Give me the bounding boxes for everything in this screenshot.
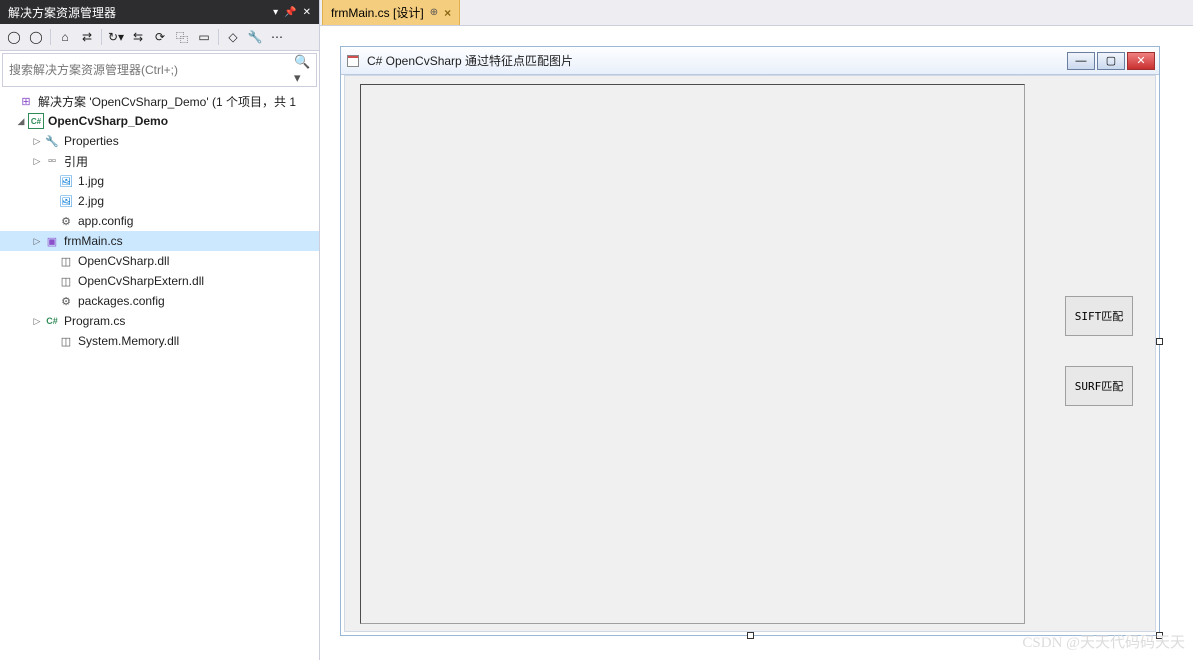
tree-label: OpenCvSharpExtern.dll [78,274,204,288]
tree-file-node[interactable]: ▷ 🖼 2.jpg [0,191,319,211]
design-surface[interactable]: C# OpenCvSharp 通过特征点匹配图片 — ▢ ✕ SIFT匹配 SU… [320,26,1193,660]
tree-label: frmMain.cs [64,234,123,248]
expand-arrow-icon[interactable]: ▷ [30,136,44,147]
tree-file-node[interactable]: ▷ 🖼 1.jpg [0,171,319,191]
expand-arrow-icon[interactable]: ▷ [30,156,44,167]
search-box: 🔍▾ [2,53,317,87]
image-icon: 🖼 [58,193,74,209]
tree-file-node[interactable]: ▷ ◫ System.Memory.dll [0,331,319,351]
config-icon: ⚙ [58,293,74,309]
tab-label: frmMain.cs [设计] [331,4,424,21]
tree-label: 2.jpg [78,194,104,208]
editor-area: frmMain.cs [设计] ⊕ × C# OpenCvSharp 通过特征点… [320,0,1193,660]
tree-label: System.Memory.dll [78,334,179,348]
search-button[interactable]: 🔍▾ [294,54,316,86]
panel-title-text: 解决方案资源管理器 [8,4,116,21]
wrench-icon: 🔧 [44,133,60,149]
solution-tree[interactable]: ▷ ⊞ 解决方案 'OpenCvSharp_Demo' (1 个项目，共 1 ◢… [0,89,319,660]
close-icon[interactable]: ✕ [303,7,311,18]
forward-button[interactable]: ◯ [26,27,46,47]
tree-label: 解决方案 'OpenCvSharp_Demo' (1 个项目，共 1 [38,93,296,110]
tree-file-node[interactable]: ▷ ⚙ app.config [0,211,319,231]
refresh-button[interactable]: ↻▾ [106,27,126,47]
resize-handle-bottom[interactable] [747,632,754,639]
tree-label: Program.cs [64,314,125,328]
form-icon: ▣ [44,233,60,249]
wrench-button[interactable]: 🔧 [245,27,265,47]
show-all-button[interactable]: ⟳ [150,27,170,47]
form-title-text: C# OpenCvSharp 通过特征点匹配图片 [367,52,1067,69]
sift-match-button[interactable]: SIFT匹配 [1065,296,1133,336]
document-tab-strip: frmMain.cs [设计] ⊕ × [320,0,1193,26]
form-app-icon [345,53,361,69]
solution-icon: ⊞ [18,93,34,109]
tree-references-node[interactable]: ▷ ▫▫ 引用 [0,151,319,171]
expand-arrow-icon[interactable]: ▷ [30,236,44,247]
csharp-project-icon: C# [28,113,44,129]
resize-handle-right[interactable] [1156,338,1163,345]
sync-button[interactable]: ⇄ [77,27,97,47]
resize-handle-corner[interactable] [1156,632,1163,639]
tree-properties-node[interactable]: ▷ 🔧 Properties [0,131,319,151]
winforms-designer-window[interactable]: C# OpenCvSharp 通过特征点匹配图片 — ▢ ✕ SIFT匹配 SU… [340,46,1160,636]
image-icon: 🖼 [58,173,74,189]
tree-file-node[interactable]: ▷ ◫ OpenCvSharpExtern.dll [0,271,319,291]
panel-titlebar: 解决方案资源管理器 ▾ 📌 ✕ [0,0,319,24]
tree-project-node[interactable]: ◢ C# OpenCvSharp_Demo [0,111,319,131]
solution-explorer-panel: 解决方案资源管理器 ▾ 📌 ✕ ◯ ◯ ⌂ ⇄ ↻▾ ⇆ ⟳ ⿻ ▭ ◇ 🔧 ⋯ [0,0,320,660]
collapse-button[interactable]: ⇆ [128,27,148,47]
tree-label: 引用 [64,153,88,170]
dll-icon: ◫ [58,253,74,269]
tree-frmmain-node[interactable]: ▷ ▣ frmMain.cs [0,231,319,251]
more-button[interactable]: ⋯ [267,27,287,47]
dll-icon: ◫ [58,273,74,289]
document-tab[interactable]: frmMain.cs [设计] ⊕ × [322,0,460,25]
preview-button[interactable]: ◇ [223,27,243,47]
dropdown-icon[interactable]: ▾ [273,7,278,18]
solution-toolbar: ◯ ◯ ⌂ ⇄ ↻▾ ⇆ ⟳ ⿻ ▭ ◇ 🔧 ⋯ [0,24,319,51]
tree-file-node[interactable]: ▷ ⚙ packages.config [0,291,319,311]
form-client-area: SIFT匹配 SURF匹配 [344,75,1156,632]
maximize-button[interactable]: ▢ [1097,52,1125,70]
tree-solution-node[interactable]: ▷ ⊞ 解决方案 'OpenCvSharp_Demo' (1 个项目，共 1 [0,91,319,111]
search-input[interactable] [3,54,294,86]
pin-icon[interactable]: 📌 [284,7,296,18]
minimize-button[interactable]: — [1067,52,1095,70]
tree-label: 1.jpg [78,174,104,188]
surf-match-button[interactable]: SURF匹配 [1065,366,1133,406]
close-button[interactable]: ✕ [1127,52,1155,70]
tree-label: app.config [78,214,133,228]
tree-label: Properties [64,134,119,148]
copy-button[interactable]: ⿻ [172,27,192,47]
tree-label: OpenCvSharp.dll [78,254,169,268]
form-titlebar: C# OpenCvSharp 通过特征点匹配图片 — ▢ ✕ [341,47,1159,75]
expand-arrow-icon[interactable]: ▷ [30,316,44,327]
tree-file-node[interactable]: ▷ ◫ OpenCvSharp.dll [0,251,319,271]
tree-label: OpenCvSharp_Demo [48,114,168,128]
tree-label: packages.config [78,294,165,308]
tree-program-node[interactable]: ▷ C# Program.cs [0,311,319,331]
back-button[interactable]: ◯ [4,27,24,47]
dll-icon: ◫ [58,333,74,349]
pin-icon[interactable]: ⊕ [430,7,438,18]
config-icon: ⚙ [58,213,74,229]
picture-box[interactable] [360,84,1025,624]
close-icon[interactable]: × [444,6,451,20]
properties-button[interactable]: ▭ [194,27,214,47]
references-icon: ▫▫ [44,153,60,169]
csharp-file-icon: C# [44,313,60,329]
expand-arrow-icon[interactable]: ◢ [14,116,28,127]
home-button[interactable]: ⌂ [55,27,75,47]
